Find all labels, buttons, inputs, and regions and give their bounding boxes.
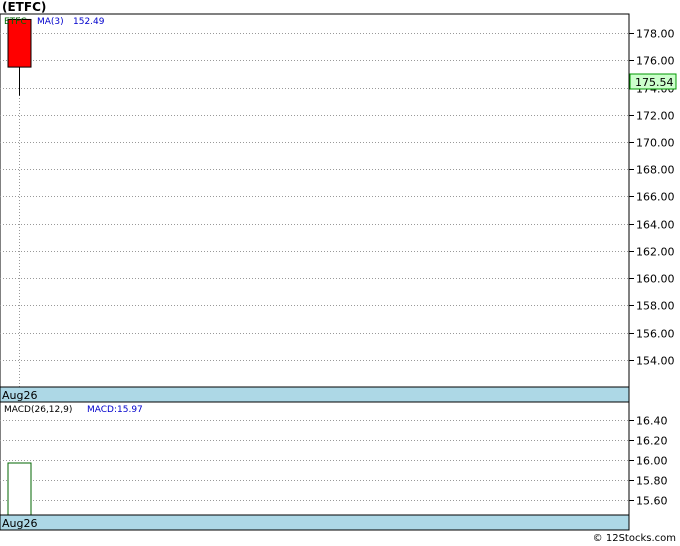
price-tick-label: 154.00 [636, 355, 675, 368]
macd-tick-label: 15.60 [636, 495, 668, 508]
macd-tick-label: 16.20 [636, 435, 668, 448]
current-price-label: 175.54 [635, 76, 674, 89]
price-tick-label: 178.00 [636, 28, 675, 41]
date-bar-price [0, 386, 630, 403]
macd-legend-label: MACD(26,12,9) [4, 405, 72, 415]
macd-series [7, 462, 32, 516]
macd-tick-label: 16.40 [636, 415, 668, 428]
price-tick-label: 164.00 [636, 219, 675, 232]
footer-copyright: © 12Stocks.com [593, 533, 676, 544]
price-tick-label: 158.00 [636, 300, 675, 313]
price-tick-label: 166.00 [636, 191, 675, 204]
legend-ma-value: 152.49 [73, 17, 105, 27]
price-panel [0, 13, 630, 388]
macd-panel [0, 401, 630, 516]
stock-chart: 178.00176.00174.00172.00170.00168.00166.… [0, 13, 677, 544]
price-tick-label: 170.00 [636, 137, 675, 150]
date-label-macd: Aug26 [2, 517, 37, 530]
legend-symbol: ETFC [4, 17, 27, 27]
chart-title: (ETFC) [2, 0, 47, 14]
macd-tick-label: 16.00 [636, 455, 668, 468]
date-label-price: Aug26 [2, 389, 37, 402]
price-tick-label: 156.00 [636, 328, 675, 341]
price-tick-label: 168.00 [636, 164, 675, 177]
price-tick-label: 172.00 [636, 110, 675, 123]
price-tick-label: 162.00 [636, 246, 675, 259]
macd-bar [7, 462, 32, 516]
macd-tick-label: 15.80 [636, 475, 668, 488]
macd-axis: 16.40 16.20 16.00 15.80 15.60 [629, 415, 668, 508]
macd-legend-value: MACD:15.97 [87, 405, 143, 415]
price-tick-label: 176.00 [636, 55, 675, 68]
date-bar-macd [0, 514, 630, 531]
price-tick-label: 160.00 [636, 273, 675, 286]
legend-ma-label: MA(3) [37, 17, 64, 27]
